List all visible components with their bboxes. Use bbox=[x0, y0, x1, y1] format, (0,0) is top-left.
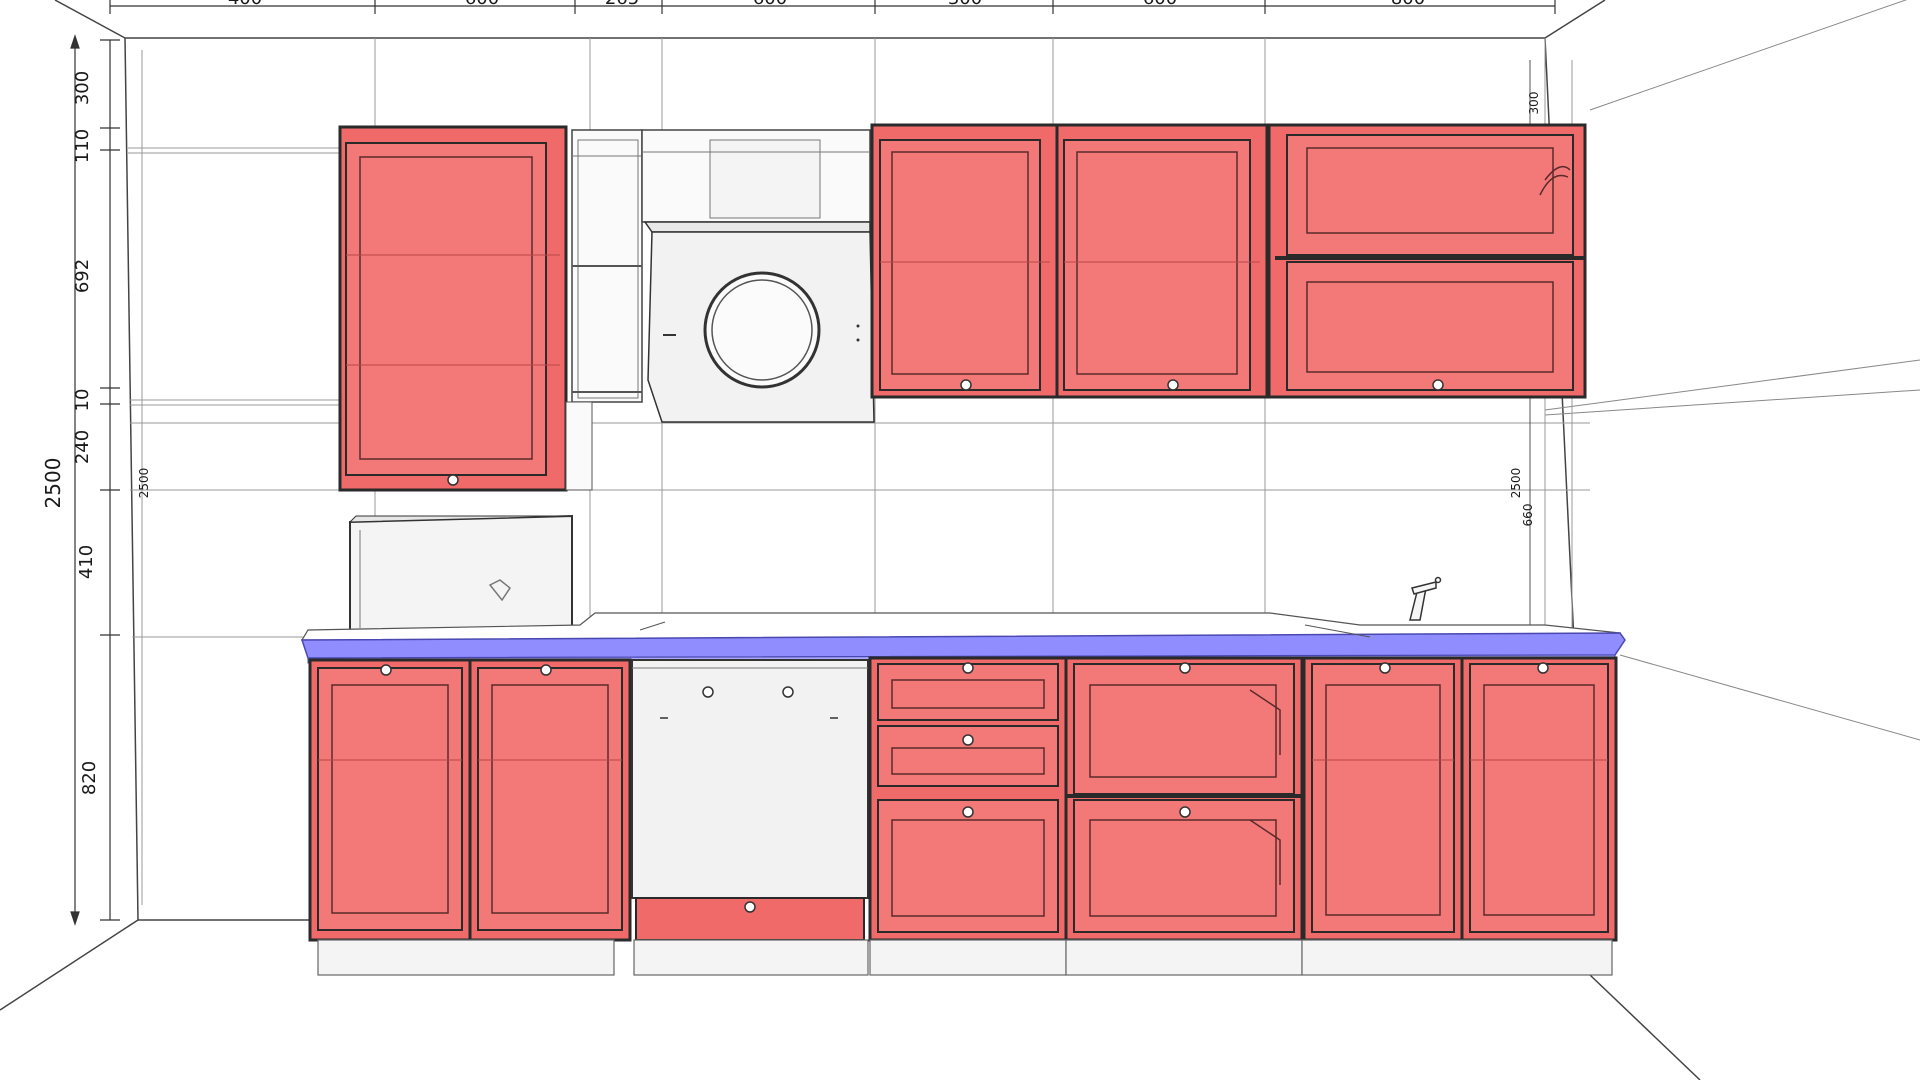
inner-left-height-label: 2500 bbox=[137, 468, 151, 499]
left-dim-label: 110 bbox=[72, 129, 93, 163]
top-dim-label: 300 bbox=[948, 0, 982, 9]
base-cabinets-left[interactable] bbox=[308, 658, 632, 942]
handle-knob bbox=[744, 901, 756, 913]
left-dim-label: 10 bbox=[72, 389, 93, 412]
washing-machine[interactable] bbox=[641, 129, 875, 423]
handle-knob bbox=[1167, 379, 1179, 391]
left-dim-label: 240 bbox=[72, 430, 93, 464]
handle-knob bbox=[962, 662, 974, 674]
drawer-units[interactable] bbox=[868, 656, 1304, 942]
handle-knob bbox=[1179, 662, 1191, 674]
top-dim-label: 600 bbox=[1143, 0, 1177, 9]
handle-knob bbox=[447, 474, 459, 486]
handle-knob bbox=[960, 379, 972, 391]
handle-knob bbox=[1179, 806, 1191, 818]
top-dim-label: 800 bbox=[1391, 0, 1425, 9]
wall-cabinet-lift-doors[interactable] bbox=[1267, 123, 1587, 399]
wall-cabinet-right[interactable] bbox=[1055, 123, 1269, 399]
top-dim-label: 600 bbox=[465, 0, 499, 9]
microwave[interactable] bbox=[348, 514, 573, 637]
handle-knob bbox=[380, 664, 392, 676]
top-dimension-labels: 400 600 265 600 300 600 800 bbox=[228, 0, 1425, 9]
handle-knob bbox=[962, 806, 974, 818]
handle-knob bbox=[1537, 662, 1549, 674]
left-dim-label: 410 bbox=[76, 545, 97, 579]
washer-door bbox=[703, 271, 821, 389]
left-dim-label: 692 bbox=[72, 259, 93, 293]
dishwasher[interactable] bbox=[631, 659, 869, 941]
top-dim-label: 600 bbox=[753, 0, 787, 9]
wall-cabinet-middle[interactable] bbox=[870, 123, 1059, 399]
open-shelf[interactable] bbox=[565, 129, 643, 491]
left-dim-label: 300 bbox=[72, 71, 93, 105]
handle-knob bbox=[1379, 662, 1391, 674]
top-dimension-line bbox=[109, 0, 1556, 14]
top-dim-label: 400 bbox=[228, 0, 262, 9]
total-height-label: 2500 bbox=[41, 458, 65, 509]
sink-tap[interactable] bbox=[1409, 576, 1442, 621]
handle-knob bbox=[1432, 379, 1444, 391]
handle-knob bbox=[962, 734, 974, 746]
right-gap-label: 660 bbox=[1521, 504, 1535, 527]
handle-knob bbox=[540, 664, 552, 676]
right-height-label: 2500 bbox=[1509, 468, 1523, 499]
plinth bbox=[317, 939, 1613, 976]
kitchen-elevation-drawing: 400 600 265 600 300 600 800 2500 300 110… bbox=[0, 0, 1920, 1080]
upper-cabinets bbox=[338, 123, 1587, 492]
top-dim-label: 265 bbox=[605, 0, 639, 9]
left-dim-label: 820 bbox=[79, 761, 100, 795]
wall-cabinet-left[interactable] bbox=[338, 125, 568, 492]
base-cabinets-right[interactable] bbox=[1302, 656, 1618, 942]
right-top-label: 300 bbox=[1527, 92, 1541, 115]
